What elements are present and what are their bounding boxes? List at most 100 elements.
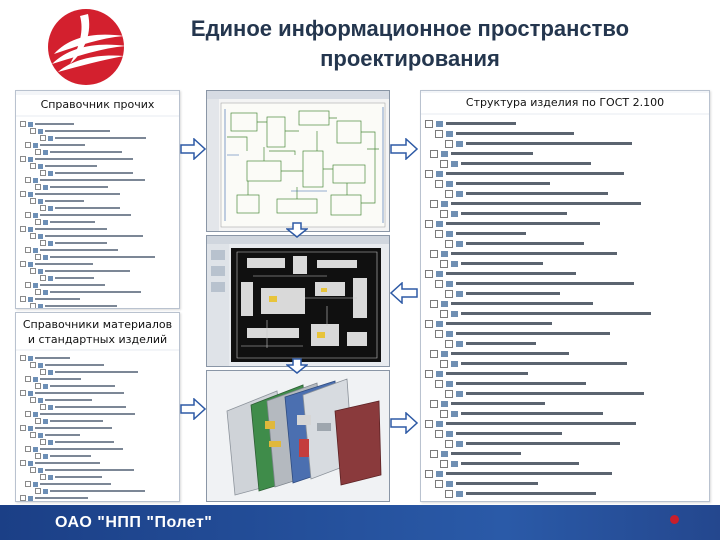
tree-row[interactable] xyxy=(440,459,579,468)
expand-toggle-icon[interactable] xyxy=(445,239,453,248)
expand-toggle-icon[interactable] xyxy=(425,319,433,328)
expand-toggle-icon[interactable] xyxy=(25,282,31,288)
tree-row[interactable] xyxy=(445,139,632,148)
other-items-tree[interactable] xyxy=(16,117,179,308)
expand-toggle-icon[interactable] xyxy=(425,369,433,378)
tree-row[interactable] xyxy=(40,170,134,176)
tree-row[interactable] xyxy=(25,376,81,382)
expand-toggle-icon[interactable] xyxy=(20,355,26,361)
expand-toggle-icon[interactable] xyxy=(435,329,443,338)
tree-row[interactable] xyxy=(430,149,533,158)
expand-toggle-icon[interactable] xyxy=(40,439,46,445)
expand-toggle-icon[interactable] xyxy=(440,309,448,318)
expand-toggle-icon[interactable] xyxy=(40,170,46,176)
tree-row[interactable] xyxy=(425,469,612,478)
tree-row[interactable] xyxy=(30,432,80,438)
tree-row[interactable] xyxy=(35,219,96,225)
tree-row[interactable] xyxy=(40,404,126,410)
tree-row[interactable] xyxy=(40,240,107,246)
expand-toggle-icon[interactable] xyxy=(30,128,36,134)
expand-toggle-icon[interactable] xyxy=(40,275,46,281)
expand-toggle-icon[interactable] xyxy=(30,233,36,239)
tree-row[interactable] xyxy=(20,191,120,197)
expand-toggle-icon[interactable] xyxy=(430,349,438,358)
expand-toggle-icon[interactable] xyxy=(425,469,433,478)
expand-toggle-icon[interactable] xyxy=(25,446,31,452)
expand-toggle-icon[interactable] xyxy=(435,129,443,138)
tree-row[interactable] xyxy=(430,249,617,258)
expand-toggle-icon[interactable] xyxy=(20,460,26,466)
expand-toggle-icon[interactable] xyxy=(40,205,46,211)
tree-row[interactable] xyxy=(25,282,105,288)
tree-row[interactable] xyxy=(30,397,92,403)
expand-toggle-icon[interactable] xyxy=(20,495,26,501)
tree-row[interactable] xyxy=(425,219,600,228)
expand-toggle-icon[interactable] xyxy=(20,261,26,267)
tree-row[interactable] xyxy=(20,460,100,466)
tree-row[interactable] xyxy=(35,488,145,494)
tree-row[interactable] xyxy=(425,269,576,278)
expand-toggle-icon[interactable] xyxy=(430,149,438,158)
tree-row[interactable] xyxy=(445,189,608,198)
materials-tree[interactable] xyxy=(16,351,179,501)
tree-row[interactable] xyxy=(445,289,560,298)
tree-row[interactable] xyxy=(435,329,610,338)
tree-row[interactable] xyxy=(445,239,584,248)
tree-row[interactable] xyxy=(35,184,109,190)
expand-toggle-icon[interactable] xyxy=(425,419,433,428)
expand-toggle-icon[interactable] xyxy=(25,411,31,417)
tree-row[interactable] xyxy=(440,259,543,268)
expand-toggle-icon[interactable] xyxy=(35,254,41,260)
tree-row[interactable] xyxy=(40,205,120,211)
expand-toggle-icon[interactable] xyxy=(440,209,448,218)
tree-row[interactable] xyxy=(35,453,91,459)
expand-toggle-icon[interactable] xyxy=(30,268,36,274)
tree-row[interactable] xyxy=(35,289,142,295)
expand-toggle-icon[interactable] xyxy=(35,383,41,389)
expand-toggle-icon[interactable] xyxy=(20,156,26,162)
expand-toggle-icon[interactable] xyxy=(30,467,36,473)
tree-row[interactable] xyxy=(40,369,138,375)
expand-toggle-icon[interactable] xyxy=(35,289,41,295)
expand-toggle-icon[interactable] xyxy=(20,296,26,302)
tree-row[interactable] xyxy=(30,362,104,368)
tree-row[interactable] xyxy=(20,261,94,267)
expand-toggle-icon[interactable] xyxy=(430,199,438,208)
expand-toggle-icon[interactable] xyxy=(425,169,433,178)
expand-toggle-icon[interactable] xyxy=(30,163,36,169)
expand-toggle-icon[interactable] xyxy=(430,449,438,458)
tree-row[interactable] xyxy=(430,349,569,358)
expand-toggle-icon[interactable] xyxy=(430,249,438,258)
tree-row[interactable] xyxy=(40,474,102,480)
expand-toggle-icon[interactable] xyxy=(20,121,26,127)
tree-row[interactable] xyxy=(440,409,603,418)
expand-toggle-icon[interactable] xyxy=(445,189,453,198)
tree-row[interactable] xyxy=(435,279,634,288)
tree-row[interactable] xyxy=(440,309,651,318)
tree-row[interactable] xyxy=(20,296,81,302)
expand-toggle-icon[interactable] xyxy=(20,226,26,232)
expand-toggle-icon[interactable] xyxy=(25,247,31,253)
tree-row[interactable] xyxy=(25,446,123,452)
expand-toggle-icon[interactable] xyxy=(40,474,46,480)
tree-row[interactable] xyxy=(20,156,133,162)
tree-row[interactable] xyxy=(20,226,107,232)
expand-toggle-icon[interactable] xyxy=(435,279,443,288)
expand-toggle-icon[interactable] xyxy=(35,453,41,459)
tree-row[interactable] xyxy=(30,268,130,274)
expand-toggle-icon[interactable] xyxy=(435,179,443,188)
tree-row[interactable] xyxy=(30,233,143,239)
expand-toggle-icon[interactable] xyxy=(35,149,41,155)
expand-toggle-icon[interactable] xyxy=(440,409,448,418)
tree-row[interactable] xyxy=(25,247,119,253)
expand-toggle-icon[interactable] xyxy=(445,339,453,348)
tree-row[interactable] xyxy=(435,229,526,238)
tree-row[interactable] xyxy=(20,121,74,127)
tree-row[interactable] xyxy=(445,389,644,398)
expand-toggle-icon[interactable] xyxy=(35,488,41,494)
tree-row[interactable] xyxy=(35,149,122,155)
tree-row[interactable] xyxy=(35,383,115,389)
tree-row[interactable] xyxy=(435,129,574,138)
expand-toggle-icon[interactable] xyxy=(20,191,26,197)
tree-row[interactable] xyxy=(430,399,545,408)
